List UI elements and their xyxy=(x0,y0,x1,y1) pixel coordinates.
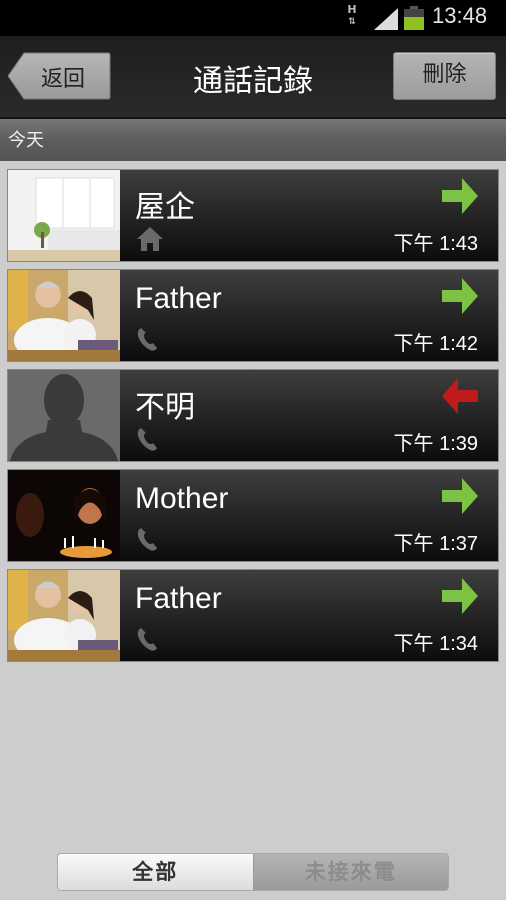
signal-icon xyxy=(374,8,398,30)
call-time: 下午 1:43 xyxy=(393,233,478,255)
contact-name: Father xyxy=(135,582,222,615)
call-log-item[interactable]: Father 下午 1:42 xyxy=(7,269,499,362)
contact-photo xyxy=(8,170,120,261)
title-bar: 返回 通話記錄 刪除 xyxy=(0,36,506,119)
contact-name: Mother xyxy=(135,482,229,515)
phone-icon xyxy=(137,328,157,351)
call-time: 下午 1:37 xyxy=(393,533,478,555)
call-time: 下午 1:34 xyxy=(393,633,478,655)
phone-icon xyxy=(137,528,157,551)
phone-icon xyxy=(137,428,157,451)
contact-photo xyxy=(8,470,120,561)
call-log-list: 屋企 下午 1:43 Father 下午 1:42 不明 下午 1:39 Mot… xyxy=(7,169,499,669)
tab-all[interactable]: 全部 xyxy=(58,854,254,890)
outgoing-call-arrow-icon xyxy=(442,178,478,214)
outgoing-call-arrow-icon xyxy=(442,478,478,514)
contact-photo xyxy=(8,370,120,461)
call-time: 下午 1:39 xyxy=(393,433,478,455)
contact-name: 不明 xyxy=(135,391,195,424)
contact-photo xyxy=(8,270,120,361)
phone-icon xyxy=(137,628,157,651)
call-time: 下午 1:42 xyxy=(393,333,478,355)
tab-missed-calls[interactable]: 未接來電 xyxy=(253,854,448,890)
missed-call-arrow-icon xyxy=(442,378,478,414)
contact-name: 屋企 xyxy=(135,191,195,224)
clock: 13:48 xyxy=(432,3,488,28)
back-label: 返回 xyxy=(41,67,86,92)
call-log-item[interactable]: 屋企 下午 1:43 xyxy=(7,169,499,262)
call-log-item[interactable]: Mother 下午 1:37 xyxy=(7,469,499,562)
home-icon xyxy=(137,227,163,251)
network-type-icon: H ⇅ xyxy=(345,4,359,30)
delete-button[interactable]: 刪除 xyxy=(393,52,496,100)
battery-icon xyxy=(404,6,424,30)
outgoing-call-arrow-icon xyxy=(442,278,478,314)
contact-photo xyxy=(8,570,120,661)
back-button[interactable]: 返回 xyxy=(8,52,111,100)
call-log-item[interactable]: 不明 下午 1:39 xyxy=(7,369,499,462)
section-header-today: 今天 xyxy=(0,119,506,161)
call-filter-tabs: 全部 未接來電 xyxy=(57,853,449,891)
outgoing-call-arrow-icon xyxy=(442,578,478,614)
network-label: H xyxy=(347,3,357,16)
status-bar: H ⇅ 13:48 xyxy=(0,0,506,36)
call-log-item[interactable]: Father 下午 1:34 xyxy=(7,569,499,662)
contact-name: Father xyxy=(135,282,222,315)
